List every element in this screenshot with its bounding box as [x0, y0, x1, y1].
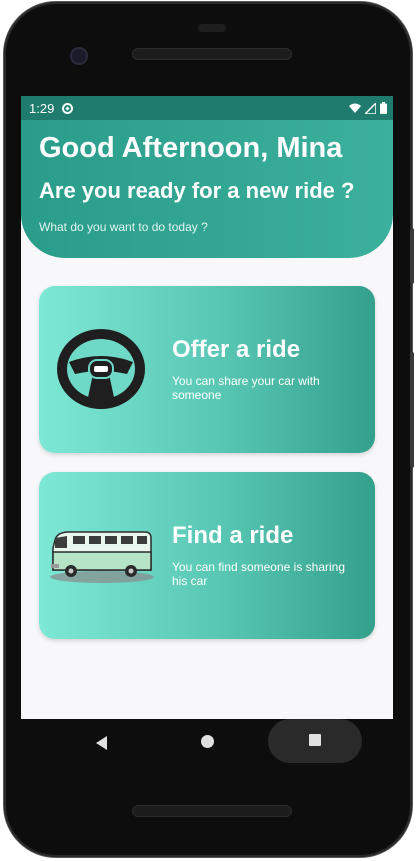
top-speaker [132, 48, 292, 60]
steering-wheel-icon [57, 329, 145, 409]
offer-ride-title: Offer a ride [172, 336, 301, 363]
sync-icon [62, 102, 74, 114]
find-ride-title: Find a ride [172, 522, 294, 549]
app-screen: Good Afternoon, Mina Are you ready for a… [21, 96, 393, 719]
offer-ride-card[interactable]: Offer a ride You can share your car with… [39, 286, 375, 453]
power-button [410, 228, 414, 284]
status-time: 1:29 [29, 100, 55, 116]
offer-ride-description: You can share your car with someone [172, 374, 320, 402]
find-ride-card[interactable]: Find a ride You can find someone is shar… [39, 472, 375, 639]
status-bar: 1:29 [21, 96, 393, 120]
back-icon[interactable] [96, 736, 107, 750]
bottom-speaker [132, 805, 292, 817]
find-ride-description: You can find someone is sharing his car [172, 560, 346, 588]
battery-icon [380, 102, 387, 114]
signal-icon [365, 102, 376, 114]
greeting-header: Good Afternoon, Mina Are you ready for a… [21, 120, 393, 258]
home-icon[interactable] [201, 735, 214, 748]
recents-icon[interactable] [309, 734, 321, 746]
van-icon [50, 531, 154, 583]
front-camera [70, 47, 88, 65]
volume-button [410, 352, 414, 468]
earpiece-sensor [198, 24, 226, 32]
greeting-title: Good Afternoon, Mina [39, 132, 343, 164]
ride-question: Are you ready for a new ride ? [39, 178, 355, 203]
wifi-icon [349, 103, 361, 113]
header-subtitle: What do you want to do today ? [39, 220, 208, 234]
